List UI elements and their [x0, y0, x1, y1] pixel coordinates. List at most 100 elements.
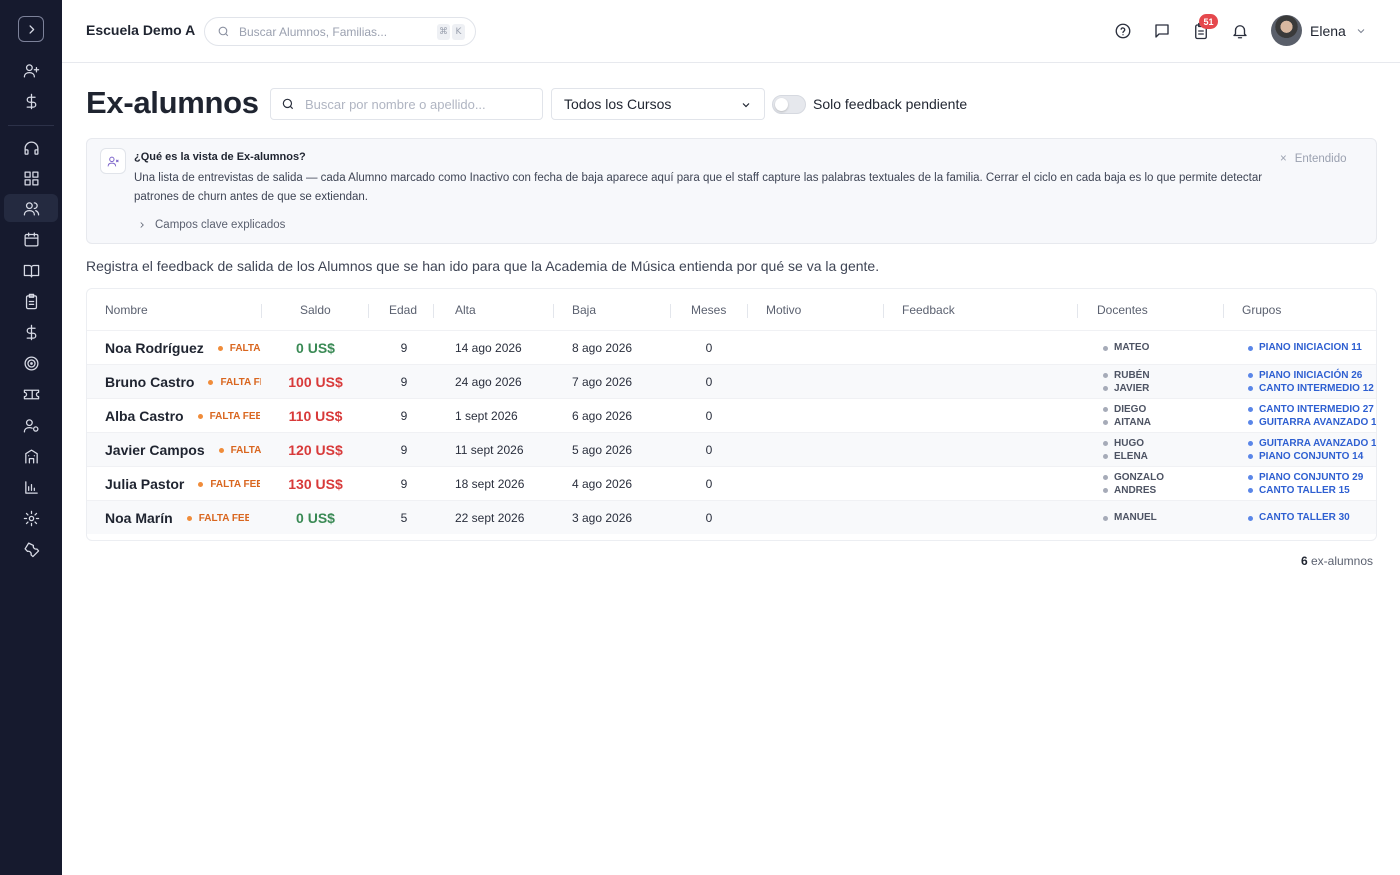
group-chip[interactable]: GUITARRA AVANZADO 1: [1248, 417, 1376, 429]
notifications-button[interactable]: [1230, 21, 1250, 41]
sidebar-item-tools[interactable]: [4, 535, 58, 563]
page-title: Ex-alumnos: [86, 85, 259, 120]
book-icon: [23, 264, 39, 278]
teacher-chip[interactable]: HUGO: [1103, 438, 1144, 450]
school-name: Escuela Demo A: [86, 22, 196, 38]
reason-value[interactable]: [766, 467, 876, 501]
teacher-chip[interactable]: ANDRES: [1103, 485, 1156, 497]
sidebar-item-tasks[interactable]: [4, 287, 58, 315]
table-row[interactable]: Julia Pastor FALTA FEEDBACK 130 US$ 9 18 sep…: [87, 466, 1376, 501]
column-header-grupos[interactable]: Grupos: [1242, 303, 1281, 317]
reason-value[interactable]: [766, 331, 876, 365]
table-row[interactable]: Alba Castro FALTA FEEDBACK 110 US$ 9 1 sept …: [87, 398, 1376, 433]
wrench-icon: [23, 541, 39, 557]
student-name[interactable]: Julia Pastor: [105, 476, 184, 492]
group-chip[interactable]: PIANO INICIACIÓN 26: [1248, 370, 1362, 382]
column-header-baja[interactable]: Baja: [572, 303, 596, 317]
column-header-saldo[interactable]: Saldo: [300, 303, 331, 317]
reason-value[interactable]: [766, 501, 876, 535]
column-header-feedback[interactable]: Feedback: [902, 303, 955, 317]
teacher-chip[interactable]: MATEO: [1103, 342, 1149, 354]
group-chip[interactable]: PIANO CONJUNTO 29: [1248, 472, 1363, 484]
groups-cell: PIANO INICIACIÓN 26 CANTO INTERMEDIO 12: [1248, 365, 1376, 399]
group-chip[interactable]: PIANO CONJUNTO 14: [1248, 451, 1363, 463]
feedback-value[interactable]: [902, 399, 1072, 433]
reason-value[interactable]: [766, 399, 876, 433]
sidebar-item-add-student[interactable]: [4, 56, 58, 84]
user-name[interactable]: Elena: [1310, 23, 1346, 39]
start-date: 14 ago 2026: [455, 341, 522, 355]
reason-value[interactable]: [766, 433, 876, 467]
sidebar-item-staff[interactable]: [4, 411, 58, 439]
global-search-input[interactable]: Buscar Alumnos, Familias... ⌘ K: [204, 17, 476, 46]
group-chip[interactable]: CANTO TALLER 15: [1248, 485, 1350, 497]
column-header-edad[interactable]: Edad: [389, 303, 417, 317]
student-name[interactable]: Bruno Castro: [105, 374, 194, 390]
avatar[interactable]: [1271, 15, 1302, 46]
sidebar-item-payments[interactable]: [4, 87, 58, 115]
column-header-motivo[interactable]: Motivo: [766, 303, 801, 317]
sidebar-item-tickets[interactable]: [4, 380, 58, 408]
feedback-value[interactable]: [902, 365, 1072, 399]
notification-count-badge: 51: [1199, 14, 1218, 29]
balance-value: 100 US$: [288, 374, 343, 390]
student-name[interactable]: Noa Rodríguez: [105, 340, 204, 356]
student-name[interactable]: Javier Campos: [105, 442, 205, 458]
start-date: 24 ago 2026: [455, 375, 522, 389]
table-row[interactable]: Javier Campos FALTA FEEDBACK 120 US$ 9 11 se…: [87, 432, 1376, 467]
end-date: 8 ago 2026: [572, 341, 633, 355]
key-fields-expander[interactable]: Campos clave explicados: [137, 219, 285, 231]
feedback-value[interactable]: [902, 433, 1072, 467]
student-name[interactable]: Noa Marín: [105, 510, 173, 526]
feedback-value[interactable]: [902, 501, 1072, 535]
sidebar-item-support[interactable]: [4, 134, 58, 162]
sidebar-item-reports[interactable]: [4, 473, 58, 501]
group-chip[interactable]: CANTO INTERMEDIO 12: [1248, 383, 1374, 395]
table-row[interactable]: Noa Rodríguez FALTA FEEDBACK 0 US$ 9 14 ago …: [87, 330, 1376, 365]
messages-button[interactable]: [1152, 21, 1172, 41]
start-date: 11 sept 2026: [455, 443, 524, 457]
column-header-docentes[interactable]: Docentes: [1097, 303, 1148, 317]
sidebar-item-settings[interactable]: [4, 504, 58, 532]
teacher-chip[interactable]: RUBÉN: [1103, 370, 1150, 382]
student-search-input[interactable]: Buscar por nombre o apellido...: [270, 88, 543, 120]
teacher-chip[interactable]: DIEGO: [1103, 404, 1146, 416]
bell-icon: [1233, 25, 1247, 39]
user-menu-chevron[interactable]: [1355, 24, 1369, 38]
feedback-value[interactable]: [902, 331, 1072, 365]
sidebar-item-courses[interactable]: [4, 256, 58, 284]
group-chip[interactable]: CANTO INTERMEDIO 27: [1248, 404, 1374, 416]
sidebar-item-students[interactable]: [4, 194, 58, 222]
reason-value[interactable]: [766, 365, 876, 399]
table-row[interactable]: Noa Marín FALTA FEEDBACK 0 US$ 5 22 sept 202…: [87, 500, 1376, 535]
sidebar-item-dashboard[interactable]: [4, 164, 58, 192]
sidebar-item-billing[interactable]: [4, 318, 58, 346]
student-name[interactable]: Alba Castro: [105, 408, 184, 424]
help-button[interactable]: [1113, 21, 1133, 41]
teacher-chip[interactable]: AITANA: [1103, 417, 1151, 429]
teachers-cell: RUBÉN JAVIER: [1103, 365, 1221, 399]
course-filter-select[interactable]: Todos los Cursos: [551, 88, 765, 120]
pending-feedback-toggle[interactable]: [772, 95, 806, 114]
end-date: 6 ago 2026: [572, 409, 633, 423]
teacher-chip[interactable]: JAVIER: [1103, 383, 1149, 395]
missing-feedback-badge: FALTA FEEDBACK: [198, 479, 260, 490]
column-header-meses[interactable]: Meses: [691, 303, 726, 317]
column-header-nombre[interactable]: Nombre: [105, 303, 148, 317]
group-chip[interactable]: PIANO INICIACION 11: [1248, 342, 1362, 354]
teacher-chip[interactable]: GONZALO: [1103, 472, 1164, 484]
sidebar-item-goals[interactable]: [4, 349, 58, 377]
group-chip[interactable]: GUITARRA AVANZADO 1: [1248, 438, 1376, 450]
dismiss-info-button[interactable]: × Entendido: [1280, 153, 1347, 165]
user-settings-icon: [23, 418, 39, 433]
teacher-chip[interactable]: ELENA: [1103, 451, 1148, 463]
group-chip[interactable]: CANTO TALLER 30: [1248, 512, 1350, 524]
key-fields-label: Campos clave explicados: [155, 219, 286, 231]
sidebar-item-school[interactable]: [4, 442, 58, 470]
sidebar-expand-button[interactable]: [18, 16, 44, 42]
table-row[interactable]: Bruno Castro FALTA FEEDBACK 100 US$ 9 24 ago…: [87, 364, 1376, 399]
sidebar-item-calendar[interactable]: [4, 225, 58, 253]
column-header-alta[interactable]: Alta: [455, 303, 476, 317]
feedback-value[interactable]: [902, 467, 1072, 501]
teacher-chip[interactable]: MANUEL: [1103, 512, 1157, 524]
